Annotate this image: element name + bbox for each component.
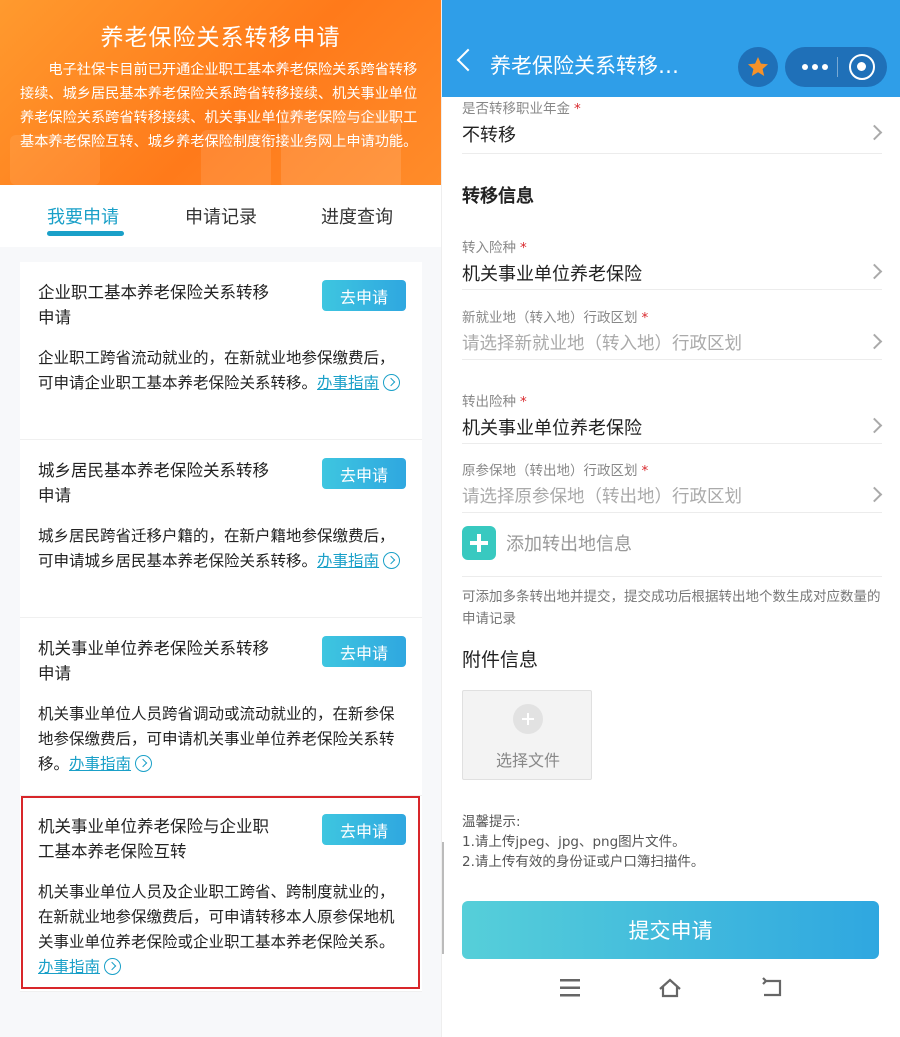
add-transfer-out-button[interactable]: 添加转出地信息	[462, 526, 632, 560]
divider	[462, 443, 882, 444]
required-mark: *	[641, 310, 649, 326]
region-picker-placeholder: 请选择原参保地（转出地）行政区划	[462, 487, 742, 507]
nav-title: 养老保险关系转移…	[490, 54, 679, 78]
apply-button[interactable]: 去申请	[322, 280, 406, 311]
card-description-text: 机关事业单位人员及企业职工跨省、跨制度就业的，在新就业地参保缴费后，可申请转移本…	[38, 883, 395, 951]
guide-link[interactable]: 办事指南	[317, 552, 379, 570]
chevron-right-circle-icon[interactable]	[135, 755, 153, 772]
plus-icon	[462, 526, 496, 560]
menu-icon[interactable]	[550, 968, 590, 1008]
tab-bar: 我要申请 申请记录 进度查询	[0, 185, 441, 247]
back-icon[interactable]	[752, 968, 792, 1008]
upload-label: 选择文件	[495, 751, 560, 770]
section-title-attachments: 附件信息	[462, 649, 539, 671]
tips-heading: 温馨提示:	[462, 814, 521, 830]
tab-progress[interactable]: 进度查询	[321, 203, 393, 229]
region-picker-placeholder: 请选择新就业地（转入地）行政区划	[462, 334, 742, 354]
required-mark: *	[520, 240, 527, 256]
active-tab-indicator	[47, 231, 124, 236]
more-icon[interactable]	[801, 57, 829, 77]
field-value: 机关事业单位养老保险	[462, 264, 642, 285]
new-region-field[interactable]: 新就业地（转入地）行政区划 * 请选择新就业地（转入地）行政区划	[462, 306, 883, 360]
card-title: 机关事业单位养老保险与企业职工基本养老保险互转	[38, 817, 269, 861]
divider	[462, 576, 882, 577]
capsule-divider	[837, 57, 838, 77]
add-hint-text: 可添加多条转出地并提交，提交成功后根据转出地个数生成对应数量的申请记录	[462, 589, 881, 627]
tips-block: 温馨提示: 1.请上传jpeg、jpg、png图片文件。 2.请上传有效的身份证…	[462, 812, 882, 872]
tips-line: 2.请上传有效的身份证或户口簿扫描件。	[462, 854, 705, 870]
field-label: 转出险种 *	[462, 390, 882, 410]
field-label: 是否转移职业年金 *	[462, 97, 882, 117]
card-title: 城乡居民基本养老保险关系转移申请	[38, 461, 269, 505]
scrollbar[interactable]	[442, 842, 444, 954]
banner: 养老保险关系转移申请 电子社保卡目前已开通企业职工基本养老保险关系跨省转移接续、…	[0, 0, 441, 185]
divider	[462, 359, 882, 360]
guide-link[interactable]: 办事指南	[317, 374, 379, 392]
field-label-text: 原参保地（转出地）行政区划	[462, 463, 638, 479]
guide-link[interactable]: 办事指南	[38, 958, 100, 976]
guide-link[interactable]: 办事指南	[69, 755, 131, 773]
chevron-right-circle-icon[interactable]	[383, 374, 401, 391]
divider	[462, 289, 882, 290]
service-card: 机关事业单位养老保险与企业职工基本养老保险互转 去申请 机关事业单位人员及企业职…	[20, 796, 422, 992]
card-description: 城乡居民跨省迁移户籍的，在新户籍地参保缴费后，可申请城乡居民基本养老保险关系转移…	[38, 524, 402, 574]
service-card: 企业职工基本养老保险关系转移申请 去申请 企业职工跨省流动就业的，在新就业地参保…	[20, 262, 422, 440]
submit-button[interactable]: 提交申请	[462, 901, 879, 959]
tips-line: 1.请上传jpeg、jpg、png图片文件。	[462, 834, 686, 850]
star-icon	[748, 57, 768, 76]
required-mark: *	[641, 463, 649, 479]
field-label-text: 转出险种	[462, 394, 516, 410]
banner-title: 养老保险关系转移申请	[100, 25, 341, 51]
field-label: 原参保地（转出地）行政区划 *	[462, 459, 882, 479]
transfer-in-type-field[interactable]: 转入险种 * 机关事业单位养老保险	[462, 236, 883, 290]
transfer-out-type-field[interactable]: 转出险种 * 机关事业单位养老保险	[462, 390, 883, 444]
field-label-text: 是否转移职业年金	[462, 101, 570, 117]
file-upload-box[interactable]: 选择文件	[462, 690, 592, 780]
original-region-field[interactable]: 原参保地（转出地）行政区划 * 请选择原参保地（转出地）行政区划	[462, 459, 883, 513]
required-mark: *	[574, 101, 581, 117]
divider	[462, 512, 882, 513]
plus-circle-icon	[513, 704, 543, 734]
occupational-annuity-field[interactable]: 是否转移职业年金 * 不转移	[462, 97, 883, 154]
field-label: 新就业地（转入地）行政区划 *	[462, 306, 882, 326]
banner-description: 电子社保卡目前已开通企业职工基本养老保险关系跨省转移接续、城乡居民基本养老保险关…	[20, 62, 418, 150]
apply-button[interactable]: 去申请	[322, 636, 406, 667]
section-title-transfer: 转移信息	[462, 186, 534, 207]
card-title: 机关事业单位养老保险关系转移申请	[38, 639, 269, 683]
add-transfer-out-label: 添加转出地信息	[506, 534, 632, 555]
card-description: 机关事业单位人员及企业职工跨省、跨制度就业的，在新就业地参保缴费后，可申请转移本…	[38, 880, 402, 980]
apply-button[interactable]: 去申请	[322, 814, 406, 845]
card-title: 企业职工基本养老保险关系转移申请	[38, 283, 269, 327]
right-screen: 养老保险关系转移… 是否转移职业年金 * 不转移 转移信息 转入险种 * 机关事业单…	[441, 0, 900, 1037]
field-value: 不转移	[462, 125, 516, 146]
close-target-icon[interactable]	[849, 54, 875, 80]
system-nav-bar	[442, 968, 900, 1008]
chevron-right-circle-icon[interactable]	[383, 552, 401, 569]
tab-records[interactable]: 申请记录	[185, 203, 257, 229]
left-screen: 养老保险关系转移申请 电子社保卡目前已开通企业职工基本养老保险关系跨省转移接续、…	[0, 0, 441, 1037]
card-description: 企业职工跨省流动就业的，在新就业地参保缴费后，可申请企业职工基本养老保险关系转移…	[38, 346, 402, 396]
home-icon[interactable]	[650, 968, 690, 1008]
required-mark: *	[520, 394, 527, 410]
service-card: 城乡居民基本养老保险关系转移申请 去申请 城乡居民跨省迁移户籍的，在新户籍地参保…	[20, 440, 422, 618]
field-label-text: 新就业地（转入地）行政区划	[462, 310, 638, 326]
service-card-list: 企业职工基本养老保险关系转移申请 去申请 企业职工跨省流动就业的，在新就业地参保…	[20, 262, 422, 992]
field-value: 机关事业单位养老保险	[462, 418, 642, 439]
divider	[462, 153, 882, 154]
nav-bar: 养老保险关系转移…	[442, 0, 900, 97]
card-description: 机关事业单位人员跨省调动或流动就业的，在新参保地参保缴费后，可申请机关事业单位养…	[38, 702, 402, 777]
chevron-right-circle-icon[interactable]	[104, 958, 122, 975]
tab-apply[interactable]: 我要申请	[47, 203, 119, 229]
favorite-button[interactable]	[738, 47, 778, 87]
back-arrow-icon[interactable]	[456, 48, 480, 72]
field-label: 转入险种 *	[462, 236, 882, 256]
mini-program-capsule	[785, 47, 887, 87]
field-label-text: 转入险种	[462, 240, 516, 256]
service-card: 机关事业单位养老保险关系转移申请 去申请 机关事业单位人员跨省调动或流动就业的，…	[20, 618, 422, 796]
apply-button[interactable]: 去申请	[322, 458, 406, 489]
